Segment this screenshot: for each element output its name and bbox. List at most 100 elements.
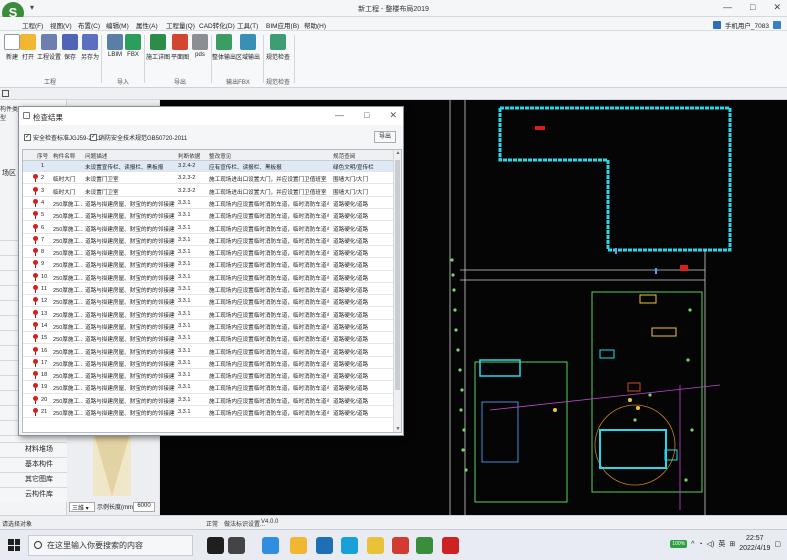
mail-icon[interactable]: [316, 537, 333, 554]
location-pin-icon[interactable]: [32, 248, 38, 257]
column-header-reference[interactable]: 规范查阅: [333, 152, 393, 160]
close-button[interactable]: ✕: [773, 2, 781, 13]
taskbar-search[interactable]: 在这里输入你要搜索的内容: [28, 535, 193, 556]
minimize-button[interactable]: —: [723, 2, 732, 13]
menu-edit[interactable]: 编辑(M): [106, 20, 129, 30]
table-row[interactable]: 13 250厚施工...道路与拟建房屋、财宝的的的邻接建筑之...3.3.1 施工现…: [23, 309, 395, 320]
menu-quantity[interactable]: 工程量(Q): [166, 20, 195, 30]
table-row[interactable]: 8 250厚施工...道路与拟建房屋、财宝的的的邻接建筑之...3.3.1 施工现场…: [23, 247, 395, 259]
column-header-basis[interactable]: 判断依据: [178, 152, 206, 160]
notification-icon[interactable]: ▢: [774, 540, 781, 548]
fbx-import-button[interactable]: FBX: [121, 34, 145, 58]
table-row[interactable]: 21 250厚施工...道路与拟建房屋、财宝的的的邻接建筑之...3.3.1 施工现…: [23, 407, 395, 419]
table-row[interactable]: 19 250厚施工...道路与拟建房屋、财宝的的的邻接建筑之...3.3.1 施工现…: [23, 382, 395, 394]
table-row[interactable]: 18 250厚施工...道路与拟建房屋、财宝的的的邻接建筑之...3.3.1 施工现…: [23, 370, 395, 382]
table-row[interactable]: 5 250厚施工...道路与拟建房屋、财宝的的的邻接建筑之...3.3.1 施工现场…: [23, 210, 395, 222]
menu-layout[interactable]: 布置(C): [78, 20, 100, 30]
location-pin-icon[interactable]: [32, 223, 38, 232]
location-pin-icon[interactable]: [32, 198, 38, 207]
location-pin-icon[interactable]: [32, 309, 38, 318]
location-pin-icon[interactable]: [32, 211, 38, 220]
location-pin-icon[interactable]: [32, 321, 38, 330]
wps-icon[interactable]: [392, 537, 409, 554]
panel-toggle-icon[interactable]: [2, 90, 9, 97]
column-header-fix[interactable]: 整改意见: [209, 152, 329, 160]
location-pin-icon[interactable]: [32, 408, 38, 416]
scroll-up-arrow[interactable]: ▲: [394, 150, 401, 156]
sidebar-item-material-yard[interactable]: 材料堆场: [0, 442, 67, 457]
sidebar-item-cloud-library[interactable]: 云构件库: [0, 487, 67, 502]
user-name[interactable]: 手机用户_7083: [725, 20, 769, 30]
save-as-button[interactable]: 另存为: [78, 34, 102, 61]
table-row[interactable]: 20 250厚施工...道路与拟建房屋、财宝的的的邻接建筑之...3.3.1 施工现…: [23, 395, 395, 406]
menu-tools[interactable]: 工具(T): [237, 20, 258, 30]
checkbox-fire-standard[interactable]: ✓ 消防安全技术规范GB50720-2011: [90, 133, 187, 142]
menu-view[interactable]: 视图(V): [50, 20, 72, 30]
location-pin-icon[interactable]: [32, 358, 38, 367]
column-header-description[interactable]: 问题描述: [85, 152, 175, 160]
window-icon[interactable]: [773, 21, 781, 29]
table-row[interactable]: 2 临时大门 未设置门卫室 3.2.3-2 施工现场进出口设置大门，并应设置门卫值班室围…: [23, 173, 395, 185]
construction-drawing-button[interactable]: 施工详图: [146, 34, 170, 61]
table-row[interactable]: 11 250厚施工...道路与拟建房屋、财宝的的的邻接建筑之...3.3.1 施工现…: [23, 284, 395, 296]
volume-icon[interactable]: ◁): [707, 540, 715, 548]
location-pin-icon[interactable]: [32, 272, 38, 281]
view-mode-select[interactable]: 三维 ▾: [69, 502, 95, 512]
checkbox-box[interactable]: ✓: [90, 134, 97, 141]
menu-cad-convert[interactable]: CAD转化(D): [199, 20, 235, 30]
table-row[interactable]: 7 250厚施工...道路与拟建房屋、财宝的的的邻接建筑之...3.3.1 施工现场…: [23, 235, 395, 246]
pds-button[interactable]: pds: [188, 34, 212, 58]
tray-overflow-icon[interactable]: ^: [691, 541, 694, 548]
location-pin-icon[interactable]: [32, 297, 38, 306]
checkbox-box[interactable]: ✓: [24, 134, 31, 141]
table-row[interactable]: 1 未设置宣传栏、读报栏、黑板报 3.2.4-2 应有宣传栏、读报栏、黑板报 绿色文明/…: [23, 161, 395, 173]
location-pin-icon[interactable]: [32, 235, 38, 244]
export-button[interactable]: 导出: [374, 131, 396, 143]
dialog-close-button[interactable]: ✕: [389, 110, 397, 121]
maximize-button[interactable]: □: [750, 2, 755, 13]
menu-help[interactable]: 帮助(H): [304, 20, 326, 30]
sidebar-item-other-library[interactable]: 其它图库: [0, 472, 67, 487]
table-row[interactable]: 10 250厚施工...道路与拟建房屋、财宝的的的邻接建筑之...3.3.1 施工现…: [23, 272, 395, 283]
ime-indicator[interactable]: 英: [718, 539, 725, 549]
location-pin-icon[interactable]: [32, 383, 38, 392]
sidebar-item-basic-components[interactable]: 基本构件: [0, 457, 67, 472]
clock[interactable]: 22:57 2022/4/19: [739, 534, 770, 554]
notes-icon[interactable]: [367, 537, 384, 554]
location-pin-icon[interactable]: [32, 260, 38, 269]
table-row[interactable]: 3 临时大门 未设置门卫室 3.2.3-2 施工现场进出口设置大门，并应设置门卫值班室围…: [23, 186, 395, 197]
location-pin-icon[interactable]: [32, 334, 38, 343]
status-tab-marking[interactable]: 做法标识设置...: [224, 519, 265, 528]
menu-bim[interactable]: BIM应用(B): [266, 20, 299, 30]
column-header-no[interactable]: 序号: [37, 152, 51, 160]
location-pin-icon[interactable]: [32, 285, 38, 293]
scroll-thumb[interactable]: [395, 160, 400, 390]
dialog-minimize-button[interactable]: —: [335, 110, 344, 121]
location-pin-icon[interactable]: [32, 371, 38, 380]
sdzy-app-icon[interactable]: [416, 537, 433, 554]
scroll-down-arrow[interactable]: ▼: [394, 426, 401, 432]
spec-check-button[interactable]: 规范检查: [266, 34, 290, 61]
task-view-icon[interactable]: [228, 537, 245, 554]
app-red-icon[interactable]: [442, 537, 459, 554]
table-row[interactable]: 9 250厚施工...道路与拟建房屋、财宝的的的邻接建筑之...3.3.1 施工现场…: [23, 259, 395, 271]
location-pin-icon[interactable]: [32, 174, 38, 183]
location-pin-icon[interactable]: [32, 395, 38, 404]
dialog-maximize-button[interactable]: □: [364, 110, 369, 121]
menu-attributes[interactable]: 属性(A): [136, 20, 158, 30]
file-explorer-icon[interactable]: [290, 537, 307, 554]
ime-mode-icon[interactable]: ⊞: [729, 540, 735, 548]
table-row[interactable]: 12 250厚施工...道路与拟建房屋、财宝的的的邻接建筑之...3.3.1 施工现…: [23, 296, 395, 308]
network-icon[interactable]: ◔: [698, 541, 702, 548]
table-row[interactable]: 17 250厚施工...道路与拟建房屋、财宝的的的邻接建筑之...3.3.1 施工现…: [23, 358, 395, 369]
table-scrollbar[interactable]: ▲ ▼: [393, 150, 401, 432]
export-region-button[interactable]: 区域输出: [236, 34, 260, 61]
menu-project[interactable]: 工程(F): [22, 20, 43, 30]
scale-input[interactable]: 6000: [133, 502, 155, 512]
table-row[interactable]: 14 250厚施工...道路与拟建房屋、财宝的的的邻接建筑之...3.3.1 施工现…: [23, 321, 395, 333]
table-row[interactable]: 15 250厚施工...道路与拟建房屋、财宝的的的邻接建筑之...3.3.1 施工现…: [23, 333, 395, 345]
edge-icon[interactable]: [341, 537, 358, 554]
export-all-button[interactable]: 整体输出: [212, 34, 236, 61]
battery-indicator[interactable]: 100%: [670, 540, 688, 548]
table-row[interactable]: 16 250厚施工...道路与拟建房屋、财宝的的的邻接建筑之...3.3.1 施工现…: [23, 346, 395, 357]
